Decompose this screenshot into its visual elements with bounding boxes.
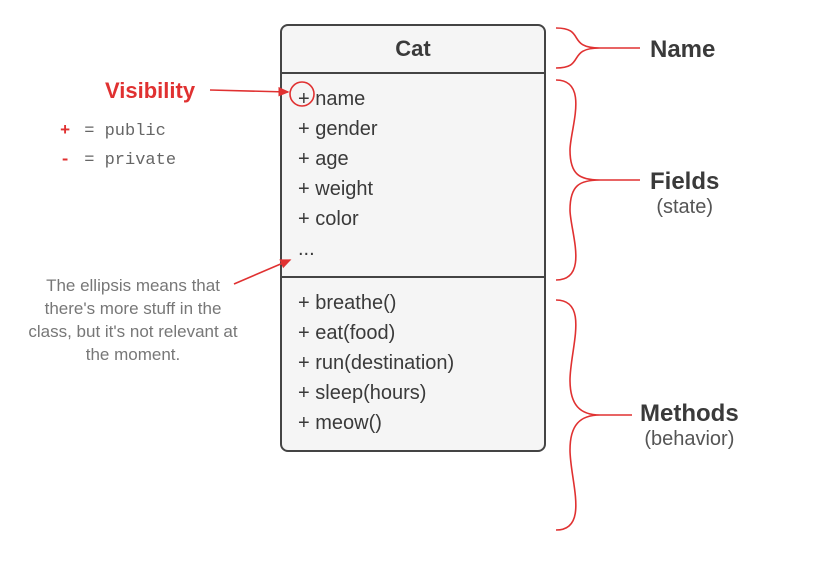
uml-field-row: + gender [298,114,528,144]
uml-field-ellipsis: ... [298,234,528,264]
uml-method-row: + sleep(hours) [298,378,528,408]
method-signature: meow() [315,412,382,434]
field-name: name [315,88,365,110]
label-fields-title: Fields [650,168,719,196]
uml-class-name: Cat [282,26,544,74]
field-name: weight [315,178,373,200]
label-visibility: Visibility [105,78,195,104]
method-signature: run(destination) [315,352,454,374]
brace-name-icon [556,28,600,68]
legend-public-word: public [105,122,166,141]
visibility-symbol: + [298,88,310,110]
method-signature: sleep(hours) [315,382,426,404]
field-name: color [315,208,358,230]
label-fields-subtitle: (state) [650,196,719,219]
brace-fields-icon [556,80,600,280]
legend-public-symbol: + [60,118,74,147]
uml-methods-section: + breathe() + eat(food) + run(destinatio… [282,278,544,450]
visibility-symbol: + [298,352,310,374]
label-name: Name [650,36,715,64]
uml-field-row: + name [298,84,528,114]
legend-private: - = private [60,147,176,176]
uml-method-row: + meow() [298,408,528,438]
visibility-symbol: + [298,322,310,344]
uml-class-box: Cat + name + gender + age + weight + col… [280,24,546,452]
method-signature: breathe() [315,292,396,314]
field-name: age [315,148,348,170]
legend-equals: = [84,151,94,170]
legend-equals: = [84,122,94,141]
uml-fields-section: + name + gender + age + weight + color .… [282,74,544,278]
uml-field-row: + weight [298,174,528,204]
label-name-title: Name [650,36,715,64]
brace-methods-icon [556,300,600,530]
visibility-legend: + = public - = private [60,118,176,176]
visibility-symbol: + [298,178,310,200]
visibility-symbol: + [298,118,310,140]
note-ellipsis: The ellipsis means that there's more stu… [28,275,238,367]
legend-public: + = public [60,118,176,147]
legend-private-word: private [105,151,176,170]
method-signature: eat(food) [315,322,395,344]
label-methods-title: Methods [640,400,739,428]
arrow-visibility-icon [210,90,288,92]
uml-method-row: + eat(food) [298,318,528,348]
label-methods: Methods (behavior) [640,400,739,451]
uml-method-row: + run(destination) [298,348,528,378]
visibility-symbol: + [298,148,310,170]
visibility-symbol: + [298,412,310,434]
uml-field-row: + age [298,144,528,174]
uml-field-row: + color [298,204,528,234]
visibility-symbol: + [298,208,310,230]
uml-method-row: + breathe() [298,288,528,318]
legend-private-symbol: - [60,147,74,176]
visibility-symbol: + [298,292,310,314]
visibility-symbol: + [298,382,310,404]
label-methods-subtitle: (behavior) [640,428,739,451]
field-name: gender [315,118,377,140]
label-fields: Fields (state) [650,168,719,219]
